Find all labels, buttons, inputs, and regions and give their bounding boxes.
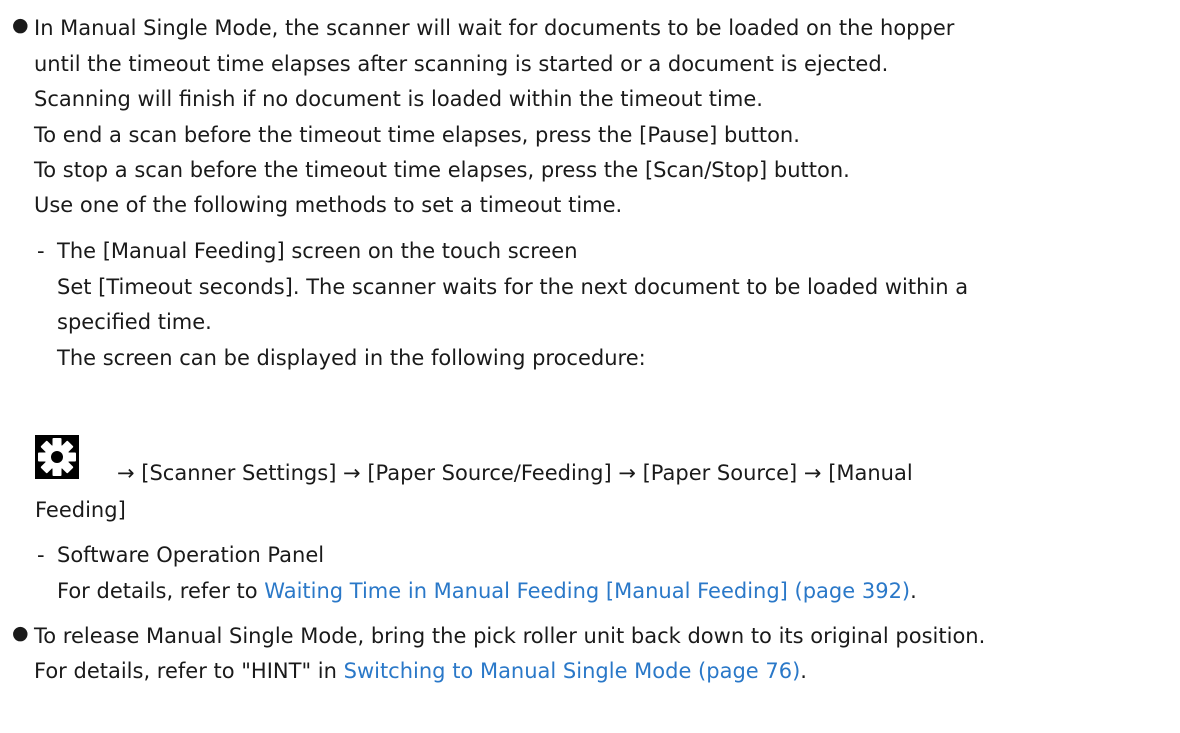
bullet2-refer-line: For details, refer to "HINT" in Switchin… xyxy=(34,659,807,683)
bullet-marker: ● xyxy=(12,14,29,36)
document-page: ● In Manual Single Mode, the scanner wil… xyxy=(0,0,1180,733)
sub-item-dash: - xyxy=(37,543,45,567)
sub1-line-3: The screen can be displayed in the follo… xyxy=(57,346,646,370)
switching-manual-single-mode-link[interactable]: Switching to Manual Single Mode (page 76… xyxy=(344,659,801,683)
bullet1-line-2: until the timeout time elapses after sca… xyxy=(34,52,889,76)
bullet-marker: ● xyxy=(12,622,29,644)
sub-item-dash: - xyxy=(37,239,45,263)
procedure-path-line-2: Feeding] xyxy=(35,498,126,522)
sub1-line-1: Set [Timeout seconds]. The scanner waits… xyxy=(57,275,969,299)
sub2-title: Software Operation Panel xyxy=(57,543,325,567)
bullet1-line-1: In Manual Single Mode, the scanner will … xyxy=(34,16,955,40)
bullet1-line-4: To end a scan before the timeout time el… xyxy=(34,123,800,147)
sub2-refer-line: For details, refer to Waiting Time in Ma… xyxy=(57,579,917,603)
sub1-line-2: specified time. xyxy=(57,310,212,334)
bullet2-line-1: To release Manual Single Mode, bring the… xyxy=(34,624,986,648)
bullet1-line-6: Use one of the following methods to set … xyxy=(34,193,623,217)
sub1-title: The [Manual Feeding] screen on the touch… xyxy=(57,239,578,263)
bullet1-line-3: Scanning will finish if no document is l… xyxy=(34,87,763,111)
waiting-time-manual-feeding-link[interactable]: Waiting Time in Manual Feeding [Manual F… xyxy=(264,579,910,603)
procedure-path-line-1: → [Scanner Settings] → [Paper Source/Fee… xyxy=(117,461,913,485)
gear-icon xyxy=(35,435,79,479)
bullet1-line-5: To stop a scan before the timeout time e… xyxy=(34,158,850,182)
